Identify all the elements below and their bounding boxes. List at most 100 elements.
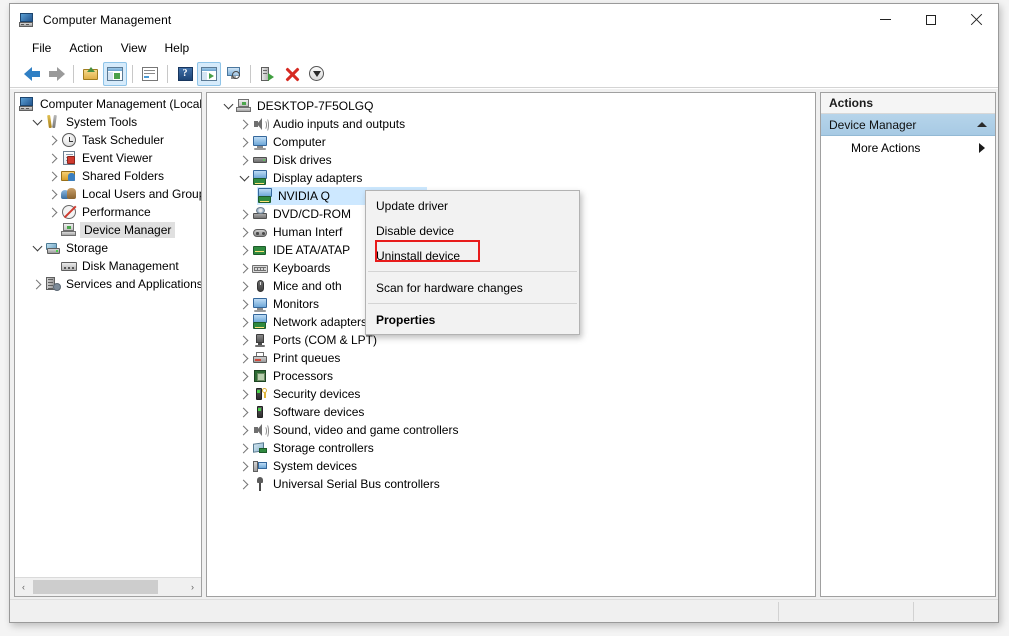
context-menu-item-properties[interactable]: Properties bbox=[366, 307, 579, 332]
device-node-display-adapters[interactable]: Display adapters bbox=[207, 169, 815, 187]
status-bar bbox=[10, 599, 998, 622]
local-users-groups-icon bbox=[61, 186, 77, 202]
expander-icon[interactable] bbox=[45, 168, 61, 184]
device-node-print-queues[interactable]: Print queues bbox=[207, 349, 815, 367]
device-node-desktop[interactable]: DESKTOP-7F5OLGQ bbox=[207, 97, 815, 115]
expander-icon[interactable] bbox=[236, 404, 252, 420]
forward-button[interactable] bbox=[44, 62, 68, 86]
display-adapter-icon bbox=[257, 188, 273, 204]
expander-icon[interactable] bbox=[236, 332, 252, 348]
device-node-storage-controllers[interactable]: Storage controllers bbox=[207, 439, 815, 457]
expander-icon[interactable] bbox=[236, 278, 252, 294]
context-menu-item-disable-device[interactable]: Disable device bbox=[366, 218, 579, 243]
help-button[interactable]: ? bbox=[173, 62, 197, 86]
console-tree: Computer Management (Local System Tools … bbox=[15, 95, 201, 576]
device-node-disk-drives[interactable]: Disk drives bbox=[207, 151, 815, 169]
expander-icon[interactable] bbox=[236, 134, 252, 150]
content-area: Computer Management (Local System Tools … bbox=[10, 89, 998, 600]
expander-icon[interactable] bbox=[236, 224, 252, 240]
window-controls bbox=[863, 4, 998, 35]
expander-icon[interactable] bbox=[236, 386, 252, 402]
network-adapter-icon bbox=[252, 314, 268, 330]
expander-icon[interactable] bbox=[29, 240, 45, 256]
menu-file[interactable]: File bbox=[23, 38, 60, 58]
device-node-software-devices[interactable]: Software devices bbox=[207, 403, 815, 421]
expander-icon[interactable] bbox=[236, 242, 252, 258]
sidebar-item-task-scheduler[interactable]: Task Scheduler bbox=[15, 131, 201, 149]
device-node-sound-video-and-game-controllers[interactable]: Sound, video and game controllers bbox=[207, 421, 815, 439]
close-button[interactable] bbox=[953, 4, 998, 35]
up-one-level-button[interactable] bbox=[79, 62, 103, 86]
menu-action[interactable]: Action bbox=[60, 38, 111, 58]
tree-label: Storage bbox=[66, 241, 109, 255]
printer-icon bbox=[252, 350, 268, 366]
console-tree-horizontal-scrollbar[interactable]: ‹ › bbox=[15, 577, 201, 596]
scrollbar-thumb[interactable] bbox=[33, 580, 158, 594]
update-driver-button[interactable] bbox=[256, 62, 280, 86]
sidebar-item-storage[interactable]: Storage bbox=[15, 239, 201, 257]
expander-icon[interactable] bbox=[236, 206, 252, 222]
sidebar-item-system-tools[interactable]: System Tools bbox=[15, 113, 201, 131]
tree-label: Disk drives bbox=[273, 153, 332, 167]
tree-label: Ports (COM & LPT) bbox=[273, 333, 378, 347]
sidebar-item-computer-management[interactable]: Computer Management (Local bbox=[15, 95, 201, 113]
disable-device-button[interactable] bbox=[304, 62, 328, 86]
context-menu-item-scan-for-hardware-changes[interactable]: Scan for hardware changes bbox=[366, 275, 579, 300]
actions-group-device-manager[interactable]: Device Manager bbox=[821, 114, 995, 136]
scroll-left-arrow[interactable]: ‹ bbox=[15, 579, 32, 596]
expander-icon[interactable] bbox=[29, 114, 45, 130]
tree-label: DESKTOP-7F5OLGQ bbox=[257, 99, 374, 113]
sidebar-item-device-manager[interactable]: Device Manager bbox=[15, 221, 201, 239]
device-node-universal-serial-bus-controllers[interactable]: Universal Serial Bus controllers bbox=[207, 475, 815, 493]
expander-icon[interactable] bbox=[236, 350, 252, 366]
minimize-button[interactable] bbox=[863, 4, 908, 35]
menu-view[interactable]: View bbox=[112, 38, 156, 58]
tree-label: Monitors bbox=[273, 297, 320, 311]
device-node-security-devices[interactable]: Security devices bbox=[207, 385, 815, 403]
show-hide-action-pane-button[interactable] bbox=[197, 61, 221, 86]
expander-icon[interactable] bbox=[236, 440, 252, 456]
menu-help[interactable]: Help bbox=[156, 38, 199, 58]
expander-icon[interactable] bbox=[45, 132, 61, 148]
expander-icon[interactable] bbox=[236, 260, 252, 276]
sidebar-item-local-users-and-groups[interactable]: Local Users and Groups bbox=[15, 185, 201, 203]
scroll-right-arrow[interactable]: › bbox=[184, 579, 201, 596]
expander-icon[interactable] bbox=[220, 98, 236, 114]
toolbar-separator bbox=[132, 64, 133, 83]
expander-icon[interactable] bbox=[45, 150, 61, 166]
scan-hardware-button[interactable] bbox=[221, 62, 245, 86]
expander-icon[interactable] bbox=[236, 170, 252, 186]
expander-icon[interactable] bbox=[236, 296, 252, 312]
sidebar-item-services-and-applications[interactable]: Services and Applications bbox=[15, 275, 201, 293]
device-node-system-devices[interactable]: System devices bbox=[207, 457, 815, 475]
shared-folders-icon bbox=[61, 168, 77, 184]
actions-item-more-actions[interactable]: More Actions bbox=[821, 136, 995, 160]
expander-icon[interactable] bbox=[236, 368, 252, 384]
show-hide-console-tree-button[interactable] bbox=[103, 61, 127, 86]
device-node-computer[interactable]: Computer bbox=[207, 133, 815, 151]
expander-icon[interactable] bbox=[236, 458, 252, 474]
context-menu-item-update-driver[interactable]: Update driver bbox=[366, 193, 579, 218]
context-menu-item-uninstall-device[interactable]: Uninstall device bbox=[366, 243, 579, 268]
expander-icon[interactable] bbox=[45, 204, 61, 220]
tree-label: Shared Folders bbox=[82, 169, 165, 183]
properties-button[interactable] bbox=[138, 62, 162, 86]
expander-icon[interactable] bbox=[236, 476, 252, 492]
chevron-up-icon[interactable] bbox=[977, 122, 987, 127]
device-node-processors[interactable]: Processors bbox=[207, 367, 815, 385]
tree-label: Print queues bbox=[273, 351, 341, 365]
device-node-audio-inputs-and-outputs[interactable]: Audio inputs and outputs bbox=[207, 115, 815, 133]
expander-icon[interactable] bbox=[29, 276, 45, 292]
expander-icon[interactable] bbox=[236, 422, 252, 438]
sidebar-item-performance[interactable]: Performance bbox=[15, 203, 201, 221]
sidebar-item-event-viewer[interactable]: Event Viewer bbox=[15, 149, 201, 167]
sidebar-item-disk-management[interactable]: Disk Management bbox=[15, 257, 201, 275]
expander-icon[interactable] bbox=[236, 152, 252, 168]
expander-icon[interactable] bbox=[45, 186, 61, 202]
uninstall-device-button[interactable] bbox=[280, 62, 304, 86]
expander-icon[interactable] bbox=[236, 116, 252, 132]
expander-icon[interactable] bbox=[236, 314, 252, 330]
maximize-button[interactable] bbox=[908, 4, 953, 35]
back-button[interactable] bbox=[20, 62, 44, 86]
sidebar-item-shared-folders[interactable]: Shared Folders bbox=[15, 167, 201, 185]
